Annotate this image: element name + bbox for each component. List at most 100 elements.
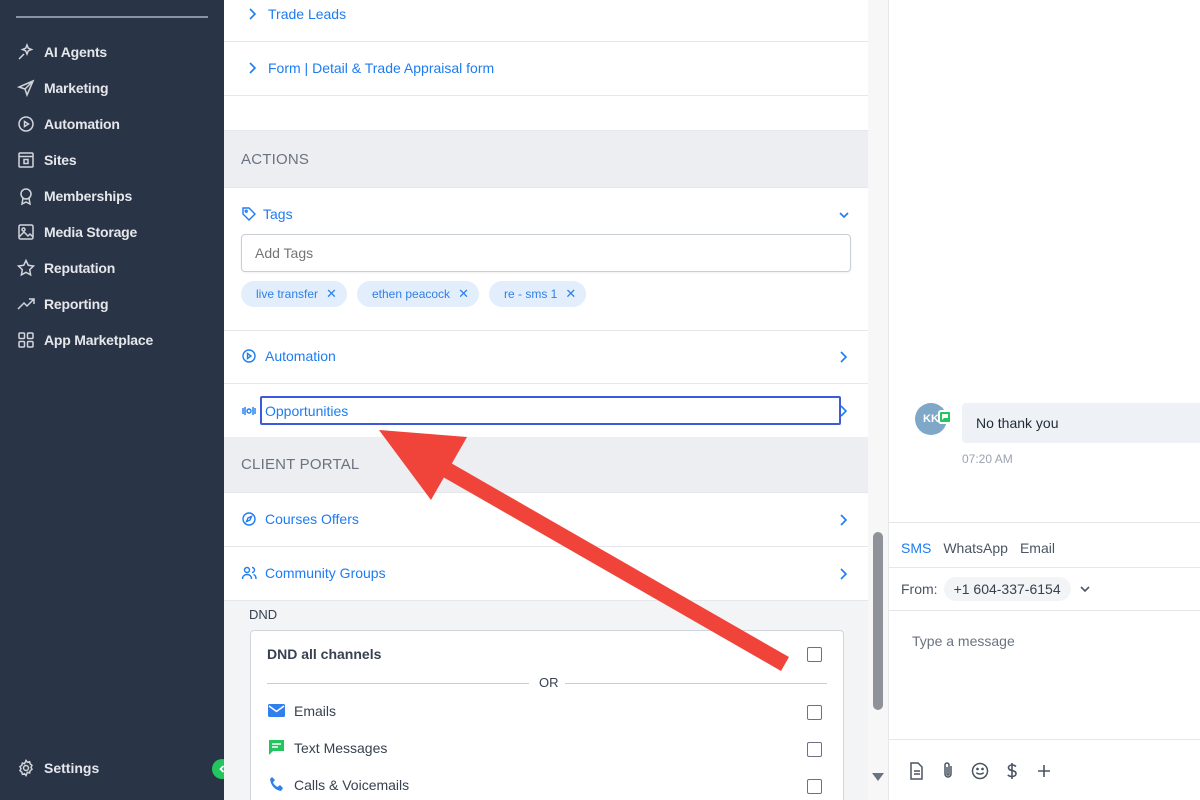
tab-sms[interactable]: SMS [901,540,931,556]
tags-label: Tags [263,206,293,222]
sidebar-item-settings[interactable]: Settings [16,758,99,778]
sidebar-item-label: Marketing [44,80,109,96]
dnd-box: DND all channels OR Emails Text Messages… [250,630,844,800]
star-icon [16,258,36,277]
dnd-all-channels-checkbox[interactable] [807,647,822,662]
compass-icon [242,512,256,526]
tag-icon [242,207,256,221]
from-row: From: +1 604-337-6154 [889,567,1200,611]
sidebar-item-reputation[interactable]: Reputation [0,250,224,286]
divider [565,683,827,684]
trade-leads-row[interactable]: Trade Leads [224,0,868,42]
sidebar-item-ai-agents[interactable]: AI Agents [0,34,224,70]
opportunities-label: Opportunities [265,402,349,419]
tab-email[interactable]: Email [1020,540,1055,556]
gear-icon [19,759,33,777]
tab-whatsapp[interactable]: WhatsApp [943,540,1008,556]
sidebar-item-label: Sites [44,152,77,168]
sidebar-item-media-storage[interactable]: Media Storage [0,214,224,250]
remove-tag-icon[interactable]: ✕ [565,286,576,302]
remove-tag-icon[interactable]: ✕ [326,286,337,302]
automation-row[interactable]: Automation [224,331,868,384]
dnd-text-messages-checkbox[interactable] [807,742,822,757]
opportunities-icon [242,407,256,415]
chevron-right-icon [840,513,848,526]
actions-heading: ACTIONS [224,130,868,188]
tag-chip-label: live transfer [256,287,319,301]
tag-chip: ethen peacock ✕ [357,281,479,307]
from-number-select[interactable]: +1 604-337-6154 [943,577,1071,601]
sms-badge-icon [938,410,952,424]
opportunities-highlight[interactable]: Opportunities [260,396,841,425]
sidebar-item-label: Media Storage [44,224,138,240]
sites-icon [18,152,34,168]
trade-appraisal-row[interactable]: Form | Detail & Trade Appraisal form [224,42,868,96]
dnd-calls-label: Calls & Voicemails [294,776,410,793]
award-icon [20,188,32,206]
document-icon[interactable] [906,761,926,781]
send-icon [16,79,35,98]
sidebar-item-sites[interactable]: Sites [0,142,224,178]
channel-tabs: SMS WhatsApp Email [901,540,1055,556]
chevron-right-icon [840,351,848,363]
chevron-right-icon [249,8,257,20]
message-input[interactable]: Type a message [912,633,1015,649]
dnd-text-messages-option: Text Messages [267,738,387,757]
emoji-icon[interactable] [970,761,990,781]
sidebar: AI Agents Marketing Automation Sites Mem… [0,0,232,800]
chevron-right-icon [249,62,257,74]
sidebar-item-app-marketplace[interactable]: App Marketplace [0,322,224,358]
sidebar-nav: AI Agents Marketing Automation Sites Mem… [0,34,224,358]
client-portal-heading: CLIENT PORTAL [224,437,868,493]
conversation-panel: KK No thank you 07:20 AM SMS WhatsApp Em… [888,0,1200,800]
sidebar-item-label: Memberships [44,188,133,204]
sidebar-item-reporting[interactable]: Reporting [0,286,224,322]
scrollbar-thumb[interactable] [873,532,883,710]
paperclip-icon[interactable] [938,761,958,781]
courses-offers-label: Courses Offers [265,511,359,527]
trend-icon [17,298,35,310]
divider [267,683,529,684]
tags-header[interactable]: Tags [241,206,293,222]
dnd-calls-option: Calls & Voicemails [267,775,409,794]
email-icon [268,704,285,717]
phone-icon [270,777,283,791]
trade-leads-link[interactable]: Trade Leads [268,6,346,22]
community-groups-label: Community Groups [265,565,386,581]
sidebar-item-label: Reporting [44,296,109,312]
add-tags-input[interactable] [241,234,851,272]
dnd-calls-checkbox[interactable] [807,779,822,794]
grid-icon [18,332,34,348]
sidebar-item-memberships[interactable]: Memberships [0,178,224,214]
automation-icon [18,116,34,132]
scroll-down-arrow-icon[interactable] [872,773,884,781]
or-label: OR [539,675,559,690]
dnd-text-messages-label: Text Messages [294,739,388,756]
sidebar-item-label: Automation [44,116,120,132]
from-label: From: [901,581,938,597]
trade-appraisal-link[interactable]: Form | Detail & Trade Appraisal form [268,60,494,76]
sidebar-item-label: AI Agents [44,44,108,60]
dnd-all-channels-label: DND all channels [267,646,382,662]
tag-chip-label: re - sms 1 [504,287,558,301]
tag-chip-label: ethen peacock [372,287,451,301]
dollar-icon[interactable] [1002,761,1022,781]
sparkle-icon [18,43,34,60]
sidebar-item-automation[interactable]: Automation [0,106,224,142]
dnd-label: DND [249,607,278,622]
settings-label: Settings [44,760,100,776]
chevron-down-icon[interactable] [1079,584,1091,594]
sidebar-item-label: Reputation [44,260,116,276]
chevron-down-icon[interactable] [838,210,850,220]
dnd-emails-checkbox[interactable] [807,705,822,720]
message-composer: SMS WhatsApp Email From: +1 604-337-6154… [889,522,1200,800]
courses-offers-row[interactable]: Courses Offers [224,493,868,547]
remove-tag-icon[interactable]: ✕ [458,286,469,302]
plus-icon[interactable] [1034,761,1054,781]
image-icon [18,224,34,240]
message-bubble: No thank you [962,403,1200,443]
tag-chip: live transfer ✕ [241,281,347,307]
sidebar-item-marketing[interactable]: Marketing [0,70,224,106]
message-text: No thank you [976,415,1059,431]
community-groups-row[interactable]: Community Groups [224,547,868,601]
